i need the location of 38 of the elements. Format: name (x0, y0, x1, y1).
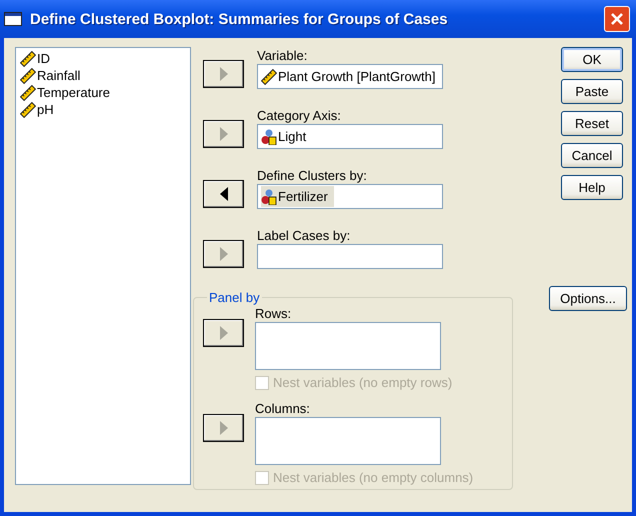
right-arrow-icon (220, 247, 228, 261)
right-arrow-icon (220, 421, 228, 435)
field-label: Variable: (257, 47, 308, 64)
field-label: Columns: (255, 400, 311, 417)
variable-item[interactable]: pH (20, 101, 190, 118)
window-icon (4, 12, 22, 26)
group-title: Panel by (208, 290, 261, 305)
dialog-button[interactable]: Help (561, 175, 623, 200)
close-button[interactable] (604, 6, 630, 32)
target-field[interactable] (255, 417, 441, 465)
right-arrow-icon (220, 326, 228, 340)
checkbox-label: Nest variables (no empty rows) (273, 375, 452, 390)
dialog-button[interactable]: OK (561, 47, 623, 72)
target-field[interactable] (257, 244, 443, 269)
nominal-variable-icon (261, 128, 277, 144)
checkbox-label: Nest variables (no empty columns) (273, 470, 474, 485)
close-icon (610, 12, 624, 26)
field-label: Define Clusters by: (257, 167, 368, 184)
options-button[interactable]: Options... (549, 286, 627, 311)
variable-item[interactable]: Temperature (20, 84, 190, 101)
variable-item[interactable]: ID (20, 50, 190, 67)
dialog-button[interactable]: Reset (561, 111, 623, 136)
right-arrow-icon (220, 67, 228, 81)
target-field[interactable]: Fertilizer (257, 184, 443, 209)
dialog-button[interactable]: Paste (561, 79, 623, 104)
move-button[interactable] (203, 180, 244, 208)
dialog-button[interactable]: Cancel (561, 143, 623, 168)
field-label: Category Axis: (257, 107, 342, 124)
variable-list[interactable]: ID Rainfall Temperature pH (15, 47, 191, 485)
right-arrow-icon (220, 127, 228, 141)
field-label: Rows: (255, 305, 292, 322)
variable-item[interactable]: Fertilizer (261, 186, 334, 207)
left-arrow-icon (220, 187, 228, 201)
window-title: Define Clustered Boxplot: Summaries for Groups of Cases (30, 10, 449, 28)
field-label: Label Cases by: (257, 227, 352, 244)
nominal-variable-icon (261, 188, 277, 204)
target-field[interactable] (255, 322, 441, 370)
variable-item[interactable]: Rainfall (20, 67, 190, 84)
